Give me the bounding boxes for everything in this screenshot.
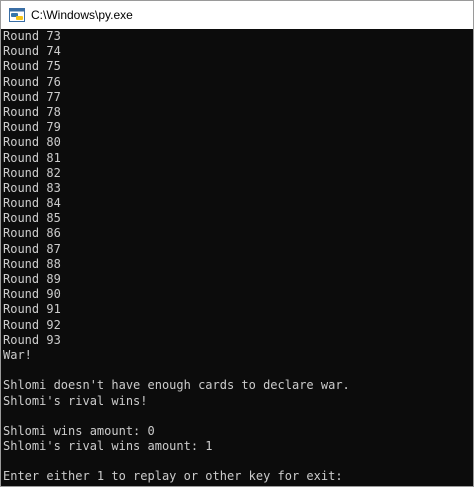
console-line: Round 87 — [3, 241, 61, 256]
console-line: Round 75 — [3, 59, 61, 74]
console-line: Round 88 — [3, 256, 61, 271]
console-line: Round 74 — [3, 44, 61, 59]
console-line: Round 77 — [3, 89, 61, 104]
console-line: Round 90 — [3, 287, 61, 302]
console-line: Round 73 — [3, 29, 61, 43]
console-output[interactable]: Round 73 Round 74 Round 75 Round 76 Round 77… — [1, 29, 473, 486]
console-lines: Round 73 Round 74 Round 75 Round 76 Round 77… — [1, 29, 473, 485]
console-line: Round 81 — [3, 150, 61, 165]
title-bar[interactable]: C:\Windows\py.exe — [1, 1, 473, 29]
console-line: Shlomi wins amount: 0 — [3, 423, 155, 438]
console-line: Round 91 — [3, 302, 61, 317]
python-console-icon — [9, 8, 25, 22]
console-line: Shlomi's rival wins! — [3, 393, 148, 408]
console-line: Round 76 — [3, 74, 61, 89]
console-line: Enter either 1 to replay or other key fo… — [3, 469, 343, 484]
console-window: C:\Windows\py.exe Round 73 Round 74 Round … — [0, 0, 474, 487]
console-line: Shlomi doesn't have enough cards to decl… — [3, 378, 350, 393]
console-line: War! — [3, 347, 32, 362]
console-line: Round 82 — [3, 165, 61, 180]
console-line: Round 78 — [3, 104, 61, 119]
console-line: Round 89 — [3, 272, 61, 286]
console-line: Shlomi's rival wins amount: 1 — [3, 439, 213, 454]
console-line: Round 92 — [3, 317, 61, 332]
console-line: Round 80 — [3, 135, 61, 150]
console-line: Round 93 — [3, 332, 61, 347]
console-line: Round 79 — [3, 120, 61, 135]
console-line: Round 85 — [3, 211, 61, 226]
console-line: Round 83 — [3, 180, 61, 195]
window-title: C:\Windows\py.exe — [31, 8, 133, 22]
console-line: Round 86 — [3, 226, 61, 241]
console-line: Round 84 — [3, 196, 61, 211]
